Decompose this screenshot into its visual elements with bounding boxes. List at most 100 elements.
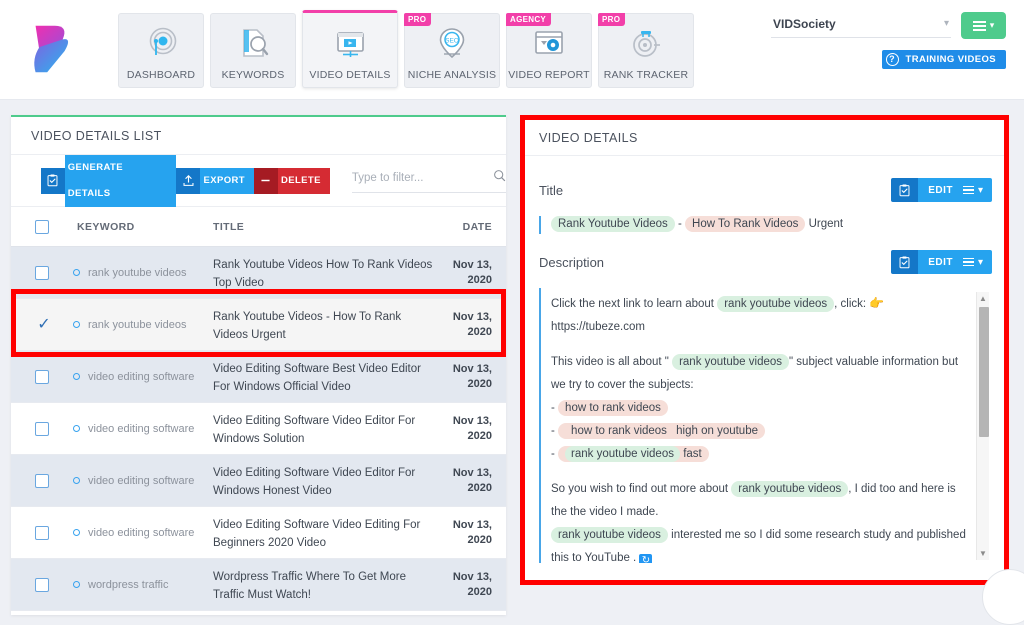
minus-icon [254,168,278,194]
desc-text: , click: [834,298,866,310]
title-edit-button[interactable]: EDIT ▾ [891,178,992,202]
select-all-cell [11,220,73,234]
seo-location-pin-icon: SEO [435,26,469,60]
row-date-cell: Nov 13,2020 [444,414,506,444]
row-title-cell[interactable]: Video Editing Software Video Editor For … [213,411,444,447]
row-select-cell: ✓ [15,318,73,332]
desc-keyword-green: rank youtube videos [672,354,789,370]
description-line-1: Click the next link to learn about rank … [551,292,970,339]
row-title-cell[interactable]: Video Editing Software Best Video Editor… [213,359,444,395]
row-checkbox-checked[interactable]: ✓ [37,318,50,332]
training-videos-button[interactable]: ? TRAINING VIDEOS [882,50,1006,69]
row-date-year: 2020 [444,377,492,392]
row-title-cell[interactable]: Wordpress Traffic Where To Get More Traf… [213,567,444,603]
main-menu-button[interactable]: ▾ [961,12,1006,39]
row-date-cell: Nov 13,2020 [444,570,506,600]
row-keyword-cell: rank youtube videos [73,319,213,331]
row-keyword-text: rank youtube videos [88,319,186,331]
video-player-icon [333,26,367,60]
table-row[interactable]: video editing softwareVideo Editing Soft… [11,403,506,455]
status-dot-icon [73,373,80,380]
description-bullet-2: - how to rank videos high on youtube [551,420,970,443]
description-edit-button[interactable]: EDIT ▾ [891,250,992,274]
description-value[interactable]: Click the next link to learn about rank … [539,288,992,563]
title-edit-dropdown[interactable]: ▾ [963,178,992,202]
nav-label: DASHBOARD [127,69,195,81]
nav-label: NICHE ANALYSIS [408,69,496,81]
status-dot-icon [73,269,80,276]
account-area: VIDSociety ▾ ▾ ? TRAINING VIDEOS [771,12,1006,39]
row-checkbox[interactable] [35,578,49,592]
desc-keyword-green: rank youtube videos [717,296,834,312]
row-title-cell[interactable]: Video Editing Software Video Editor For … [213,463,444,499]
column-header-keyword[interactable]: KEYWORD [73,221,213,233]
nav-badge-agency: AGENCY [506,13,551,26]
generate-details-button[interactable]: GENERATE DETAILS [41,168,176,194]
nav-tile-dashboard[interactable]: DASHBOARD [118,13,204,88]
tubeze-logo[interactable] [22,18,84,80]
table-row[interactable]: rank youtube videosRank Youtube Videos H… [11,247,506,299]
select-all-checkbox[interactable] [35,220,49,234]
chat-widget-bubble[interactable] [982,569,1024,625]
nav-tile-video-report[interactable]: AGENCY VIDEO REPORT [506,13,592,88]
list-toolbar: GENERATE DETAILS EXPORT [11,155,506,207]
nav-label: RANK TRACKER [604,69,688,81]
description-edit-dropdown[interactable]: ▾ [963,250,992,274]
status-dot-icon [73,425,80,432]
column-header-title[interactable]: TITLE [213,221,444,233]
row-checkbox[interactable] [35,474,49,488]
row-checkbox[interactable] [35,526,49,540]
row-keyword-text: video editing software [88,371,194,383]
account-name: VIDSociety [773,17,836,31]
nav-tile-keywords[interactable]: KEYWORDS [210,13,296,88]
status-dot-icon [73,477,80,484]
export-button[interactable]: EXPORT [176,168,253,194]
row-date-month: Nov 13, [444,310,492,325]
row-date-cell: Nov 13,2020 [444,258,506,288]
row-checkbox[interactable] [35,370,49,384]
column-header-date[interactable]: DATE [444,221,506,233]
title-field-header: Title EDIT ▾ [539,178,992,202]
detail-panel-title: VIDEO DETAILS [525,120,1004,156]
scrollbar-thumb[interactable] [979,307,989,437]
filter-input[interactable] [352,172,477,184]
row-select-cell [11,422,73,436]
scroll-up-arrow[interactable]: ▲ [977,292,989,305]
row-keyword-cell: video editing software [73,527,213,539]
row-title-cell[interactable]: Rank Youtube Videos How To Rank Videos T… [213,255,444,291]
upload-icon [176,168,200,194]
clipboard-check-icon [891,250,918,274]
table-row[interactable]: video editing softwareVideo Editing Soft… [11,507,506,559]
table-row[interactable]: video editing softwareVideo Editing Soft… [11,455,506,507]
chevron-down-icon: ▾ [944,18,949,29]
refresh-icon[interactable]: ↻ [639,554,652,563]
row-select-cell [11,526,73,540]
row-title-cell[interactable]: Rank Youtube Videos - How To Rank Videos… [213,307,444,343]
row-checkbox[interactable] [35,422,49,436]
delete-button[interactable]: DELETE [254,168,330,194]
nav-tile-rank-tracker[interactable]: PRO RANK TRACKER [598,13,694,88]
row-date-cell: Nov 13,2020 [444,310,506,340]
nav-tile-niche-analysis[interactable]: PRO SEO NICHE ANALYSIS [404,13,500,88]
nav-tile-video-details[interactable]: VIDEO DETAILS [302,10,398,88]
table-row[interactable]: ✓ rank youtube videos Rank Youtube Videos … [11,299,506,351]
row-title-text: Wordpress Traffic Where To Get More Traf… [213,571,406,601]
title-edit-label: EDIT [918,178,963,202]
account-selector[interactable]: VIDSociety ▾ [771,14,951,38]
row-date-year: 2020 [444,585,492,600]
bullet-dash: - [551,425,555,437]
table-body: rank youtube videos Rank Youtube Videos H… [11,247,506,611]
row-select-cell [11,370,73,384]
table-row[interactable]: wordpress trafficWordpress Traffic Where… [11,559,506,611]
description-field-header: Description EDIT ▾ [539,250,992,274]
description-scrollbar[interactable]: ▲ ▼ [976,292,989,560]
chevron-down-icon: ▾ [990,20,995,31]
table-row[interactable]: video editing software Video Editing Soft… [11,351,506,403]
filter-field[interactable] [352,169,506,193]
row-checkbox[interactable] [35,266,49,280]
desc-keyword-red-outer: how to rank videos high on youtube [558,423,765,439]
row-title-cell[interactable]: Video Editing Software Video Editing For… [213,515,444,551]
search-icon[interactable] [493,169,506,187]
row-title-text: Video Editing Software Video Editing For… [213,519,420,549]
scroll-down-arrow[interactable]: ▼ [977,547,989,560]
